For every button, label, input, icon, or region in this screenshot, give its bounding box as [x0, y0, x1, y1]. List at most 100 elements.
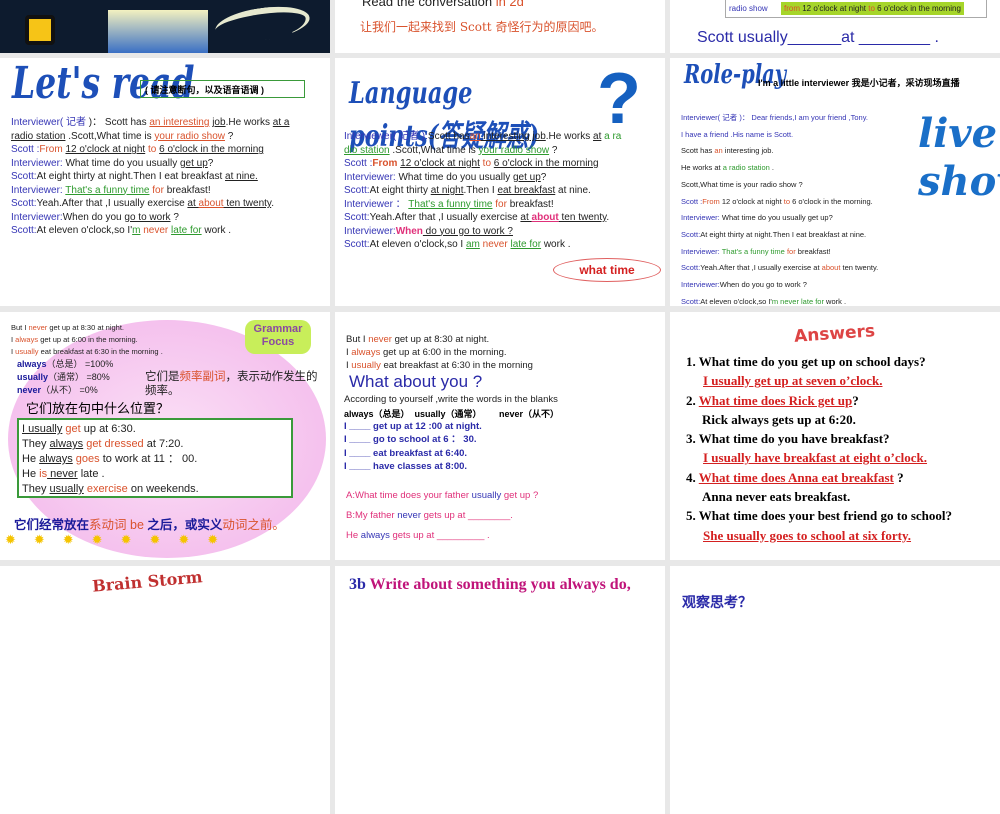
text-line: He is never late .	[22, 467, 288, 482]
slide-title: 观察思考？	[682, 594, 752, 610]
text-segment: get up at 6:00 in the morning.	[380, 347, 507, 358]
decorative-flowers: ✹✹✹✹✹✹✹✹	[5, 532, 237, 547]
text-line: Scott:At eight thirty at night.Then I ea…	[11, 170, 289, 184]
text-segment: at	[520, 212, 532, 223]
text-segment: From	[372, 158, 401, 169]
text-segment: He	[22, 453, 40, 465]
text-segment: From	[39, 144, 66, 155]
text-segment: Interviewer:	[681, 213, 722, 223]
text-segment: They	[22, 483, 50, 495]
text-segment: late .	[77, 468, 105, 480]
answer-item: 5. What time does your best friend go to…	[686, 508, 953, 524]
text-segment: Interviewer:	[681, 246, 722, 256]
slide-thumbnail-what-about-you[interactable]: But I never get up at 8:30 at night. I a…	[335, 312, 665, 560]
text-line: Interviewer:When do you go to work ?	[344, 225, 621, 239]
slide-thumbnail-brain-storm[interactable]: Brain Storm	[0, 566, 330, 814]
text-segment: to	[145, 144, 160, 155]
show-word: show	[918, 158, 1000, 205]
slide-thumbnail-answers[interactable]: Answers 1. What time do you get up on sc…	[670, 312, 1000, 560]
text-segment: usually	[17, 372, 49, 382]
text-segment: Scott :	[11, 144, 40, 155]
fill-in-sentence: Scott usually______at ________ .	[697, 29, 939, 46]
text-segment: work .	[201, 225, 232, 236]
text-segment: to	[868, 4, 875, 13]
text-line: Scott :From 12 o'clock at night to 6 o'c…	[681, 194, 878, 211]
dialogue-text: Interviewer( 记者 ):Scott hasan interestin…	[344, 130, 621, 252]
text-line: He always goes to work at 11 ： 00.	[22, 452, 288, 467]
text-segment: never	[28, 323, 48, 332]
slide-thumbnail-radio-show[interactable]: radio show from 12 o'clock at night to 6…	[670, 0, 1000, 53]
text-line: Interviewer: That's a funny time for bre…	[681, 244, 878, 261]
text-segment: do you go to work ?	[422, 225, 513, 237]
blank-item: I ____ go to school at 6 ： 30.	[344, 434, 477, 446]
text-line: He works at a radio station .	[681, 160, 878, 177]
slide-thumbnail-lets-read[interactable]: Let's read ( 请注意断句，以及语音语调 ) Interviewer(…	[0, 58, 330, 306]
moon-icon	[213, 1, 312, 47]
text-line: B:My father never gets up at ________.	[346, 506, 538, 526]
text-segment: Scott has	[427, 131, 470, 142]
text-segment: 系动词 be	[89, 518, 144, 532]
text-segment: Interviewer:	[11, 184, 66, 196]
section-number: 3b	[349, 576, 366, 593]
text-segment: dio station	[344, 144, 390, 156]
text-segment: get up at 8:30 at night.	[47, 323, 125, 332]
text-segment: from	[784, 4, 800, 13]
text-segment: ?	[225, 130, 234, 142]
text-segment: at 7:20.	[143, 438, 184, 450]
text-segment: At eleven o'clock,so I'	[700, 296, 772, 306]
slide-thumbnail-role-play[interactable]: Role-play I'm a little interviewer 我是小记者…	[670, 58, 1000, 306]
slide-thumbnail-night-scene[interactable]	[0, 0, 330, 53]
text-segment: A:What time does your father	[346, 490, 472, 501]
text-segment: Scott:	[681, 296, 701, 306]
text-segment: never	[368, 334, 392, 345]
text-segment: 12 o'clock at night	[719, 196, 784, 206]
text-segment: From	[702, 196, 720, 206]
text-segment: Interviewer( 记者 )： Dear friends,I am you…	[681, 113, 869, 122]
text-segment: get up	[179, 157, 208, 169]
text-segment: Scott:	[11, 171, 37, 182]
text-line: But I never get up at 8:30 at night.	[11, 322, 163, 334]
question-mark-icon: ?	[597, 59, 641, 139]
text-segment: to work at 11 ： 00.	[99, 453, 198, 465]
slide-title: 3b Write about something you always do,	[349, 576, 631, 594]
slide-thumbnail-read-conversation[interactable]: Read the conversation in 2d 让我们一起来找到 Sco…	[335, 0, 665, 53]
text-segment: breakfast!	[795, 246, 831, 256]
text-segment: at	[187, 198, 199, 209]
text-line: Scott has an interesting job.	[681, 143, 878, 160]
word-options: always（总是） usually（通常） never（从不）	[344, 409, 560, 419]
answer-item: 4. What time does Anna eat breakfast ?	[686, 469, 904, 485]
text-line: Scott:Yeah.After that ,I usually exercis…	[11, 197, 289, 211]
text-line: He always gets up at _________ .	[346, 526, 538, 546]
text-segment: Scott:	[344, 212, 370, 223]
text-line: A:What time does your father usually get…	[346, 486, 538, 506]
text-segment: When do you go to work ?	[719, 280, 807, 290]
text-segment: 6 o'clock in the morning	[159, 144, 264, 155]
text-segment: interesting job	[480, 131, 546, 142]
text-line: dio station .Scott,What time is your rad…	[344, 144, 621, 158]
slide-thumbnail-grammar-focus[interactable]: Grammar Focus But I never get up at 8:30…	[0, 312, 330, 560]
text-segment: usually	[351, 360, 381, 371]
answer-text: I usually have breakfast at eight o’cloc…	[703, 450, 928, 466]
slide-thumbnail-observe-think[interactable]: 观察思考？	[670, 566, 1000, 814]
text-segment: work .	[541, 239, 571, 250]
slide-thumbnail-language-points[interactable]: Language points(答疑解惑) ? Interviewer( 记者 …	[335, 58, 665, 306]
slide-thumbnail-3b-writing[interactable]: 3b Write about something you always do,	[335, 566, 665, 814]
text-line: I have a friend .His name is Scott.	[681, 127, 878, 144]
text-segment: （通常） =80%	[48, 372, 110, 382]
text-segment: （总是） =100%	[46, 359, 114, 369]
grammar-focus-badge: Grammar Focus	[245, 320, 311, 354]
text-segment: 它们是	[145, 371, 180, 383]
text-line: Scott:At eleven o'clock,so I'm never lat…	[11, 224, 289, 238]
text-segment: always	[49, 438, 84, 450]
text-segment: Scott:	[11, 225, 37, 236]
text-line: Scott:Yeah.After that ,I usually exercis…	[681, 260, 878, 277]
text-line: I usually get up at 6:30.	[22, 422, 288, 437]
text-segment: They	[22, 438, 50, 450]
text-line: never（从不） =0%	[17, 384, 113, 397]
text-line: They always get dressed at 7:20.	[22, 437, 288, 452]
answer-item: 2. What time does Rick get up?	[686, 392, 859, 408]
table-row: radio show from 12 o'clock at night to 6…	[725, 0, 987, 18]
text-segment: Scott,What time is your radio show ?	[681, 179, 803, 189]
text-line: Scott:At eight thirty at night.Then I ea…	[681, 227, 878, 244]
text-segment: At eleven o'clock,so I'	[36, 225, 133, 236]
